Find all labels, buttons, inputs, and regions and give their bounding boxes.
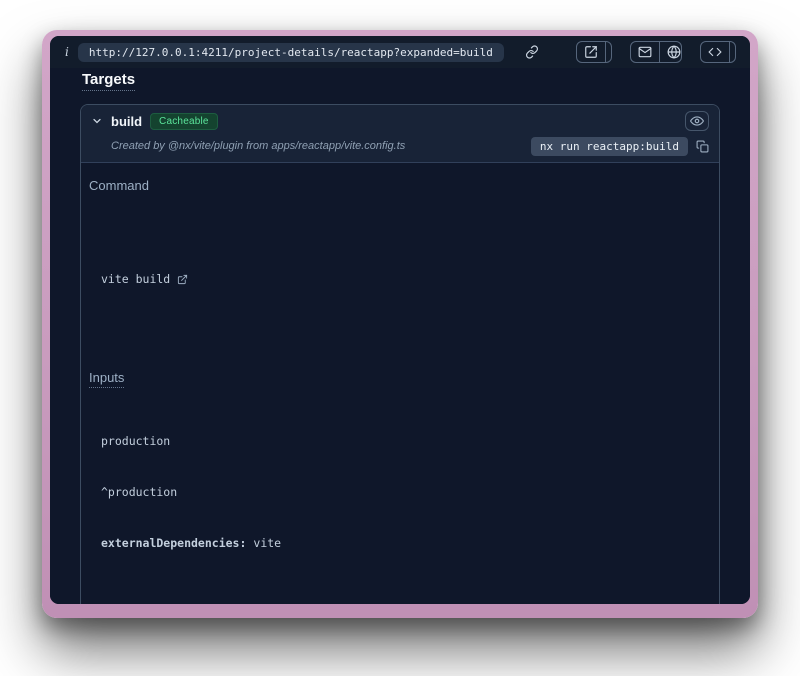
input-item: production	[101, 433, 711, 450]
cacheable-badge: Cacheable	[150, 113, 218, 130]
window-frame: i http://127.0.0.1:4211/project-details/…	[42, 30, 758, 618]
eye-icon	[690, 114, 704, 128]
command-value: vite build	[101, 271, 170, 288]
command-label: Command	[89, 178, 149, 193]
capture-button-group	[576, 41, 612, 63]
outputs-label: Outputs	[89, 603, 135, 604]
command-section: Command vite build	[89, 177, 711, 353]
web-button[interactable]	[659, 42, 683, 62]
screenshot-button[interactable]	[605, 42, 612, 62]
build-header-subrow: Created by @nx/vite/plugin from apps/rea…	[91, 136, 709, 156]
info-icon[interactable]: i	[64, 45, 70, 59]
inputs-section: Inputs production ^production externalDe…	[89, 369, 711, 586]
build-card-body: Command vite build	[81, 163, 719, 604]
link-button[interactable]	[520, 42, 544, 62]
copy-icon	[696, 140, 709, 153]
link-icon	[525, 45, 539, 59]
globe-icon	[667, 45, 681, 59]
outputs-section: Outputs {projectRoot}/my-custom-outdir	[89, 602, 711, 604]
sidebar-toggle-button[interactable]	[729, 42, 736, 62]
titlebar: i http://127.0.0.1:4211/project-details/…	[50, 36, 750, 68]
export-icon	[584, 45, 598, 59]
target-name: build	[111, 114, 142, 129]
targets-heading: Targets	[82, 71, 135, 91]
browser-window: i http://127.0.0.1:4211/project-details/…	[50, 36, 750, 604]
open-command-button[interactable]	[177, 240, 315, 319]
created-by-text: Created by @nx/vite/plugin from apps/rea…	[111, 140, 405, 152]
input-item: externalDependencies: vite	[101, 535, 711, 552]
mail-icon	[638, 45, 652, 59]
export-button[interactable]	[577, 42, 605, 62]
url-bar[interactable]: http://127.0.0.1:4211/project-details/re…	[78, 43, 504, 62]
view-target-button[interactable]	[685, 111, 709, 131]
copy-command-button[interactable]	[696, 140, 709, 153]
inputs-label: Inputs	[89, 370, 124, 388]
tools-button-group	[630, 41, 683, 63]
inputs-values: production ^production externalDependenc…	[101, 399, 711, 586]
inbox-button[interactable]	[631, 42, 659, 62]
input-item: ^production	[101, 484, 711, 501]
code-icon	[708, 45, 722, 59]
project-details-page: Targets build Cacheable	[50, 68, 750, 604]
build-card-header: build Cacheable Created by @nx/vite/plug…	[81, 105, 719, 163]
chevron-down-icon[interactable]	[91, 115, 103, 127]
external-link-icon	[177, 240, 315, 319]
devtools-button[interactable]	[701, 42, 729, 62]
external-dependencies-value: vite	[253, 536, 281, 550]
run-command-chip: nx run reactapp:build	[531, 137, 688, 156]
build-target-card: build Cacheable Created by @nx/vite/plug…	[80, 104, 720, 604]
command-values: vite build	[101, 206, 711, 353]
external-dependencies-key: externalDependencies:	[101, 536, 246, 550]
build-header-row[interactable]: build Cacheable	[91, 111, 709, 131]
dev-button-group	[700, 41, 736, 63]
